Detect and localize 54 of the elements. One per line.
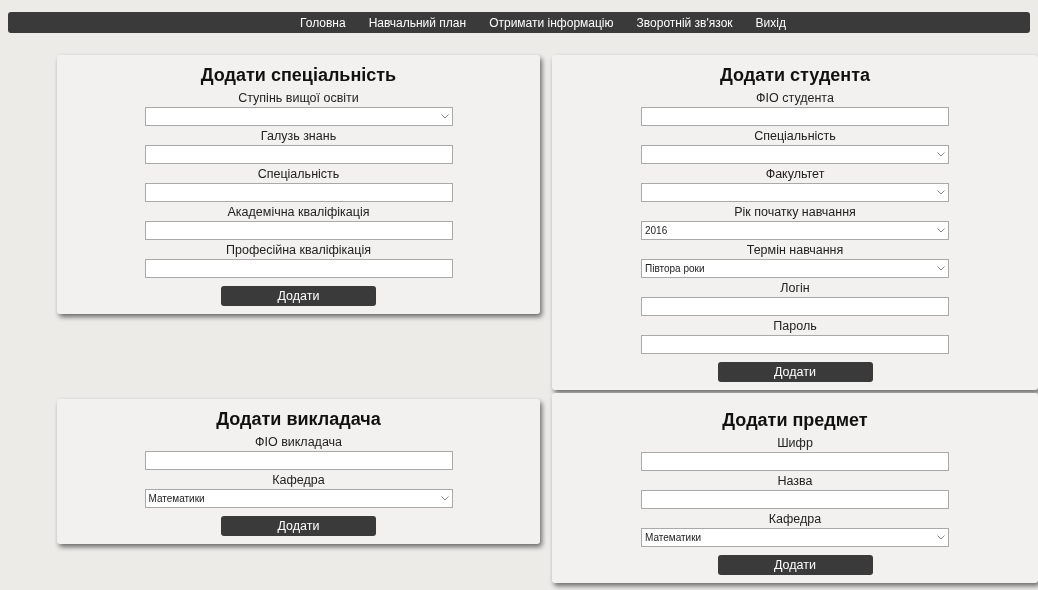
add-button[interactable]: Додати [221, 286, 376, 306]
input-field[interactable] [144, 259, 453, 278]
chevron-down-icon [937, 266, 945, 271]
nav-link[interactable]: Зворотній зв'язок [636, 15, 733, 30]
form-title: Додати спеціальність [200, 64, 397, 87]
dropdown-field[interactable]: 2016 [641, 221, 949, 240]
field-label: Термін навчання [746, 242, 844, 259]
form-title: Додати викладача [216, 408, 381, 431]
chevron-down-icon [440, 114, 449, 119]
nav-link[interactable]: Отримати інформацію [489, 15, 614, 30]
input-field[interactable] [144, 145, 453, 164]
dropdown-field[interactable] [641, 183, 949, 202]
field-label: Логін [780, 280, 810, 297]
input-field[interactable] [641, 335, 949, 354]
field-label: ФІО викладача [254, 434, 343, 451]
add-button[interactable]: Додати [717, 555, 873, 575]
input-field[interactable] [144, 451, 453, 470]
add-button[interactable]: Додати [717, 362, 873, 382]
field-label: Спеціальність [257, 166, 340, 183]
input-field[interactable] [144, 183, 453, 202]
input-field[interactable] [641, 107, 949, 126]
chevron-down-icon [440, 496, 449, 501]
field-label: Кафедра [768, 511, 822, 528]
field-label: Галузь знань [260, 128, 337, 145]
nav-link[interactable]: Навчальний план [368, 15, 467, 30]
field-label: Професійна кваліфікація [226, 242, 371, 259]
field-label: Пароль [773, 318, 817, 335]
chevron-down-icon [937, 228, 945, 233]
dropdown-field[interactable]: Півтора роки [641, 259, 949, 278]
dropdown-field[interactable]: Математики [144, 489, 453, 508]
input-field[interactable] [641, 297, 949, 316]
chevron-down-icon [937, 535, 945, 540]
dropdown-field[interactable] [641, 145, 949, 164]
input-field[interactable] [144, 221, 453, 240]
add-button[interactable]: Додати [221, 516, 376, 536]
chevron-down-icon [937, 152, 945, 157]
field-label: ФІО студента [756, 90, 834, 107]
form-title: Додати студента [719, 64, 871, 87]
field-label: Рік початку навчання [734, 204, 856, 221]
input-field[interactable] [641, 490, 949, 509]
field-label: Ступінь вищої освіти [238, 90, 359, 107]
chevron-down-icon [937, 190, 945, 195]
nav-link[interactable]: Головна [300, 15, 346, 30]
field-label: Кафедра [272, 472, 325, 489]
dropdown-field[interactable]: Математики [641, 528, 949, 547]
field-label: Спеціальність [754, 128, 836, 145]
nav-link[interactable]: Вихід [755, 15, 786, 30]
field-label: Академічна кваліфікація [227, 204, 370, 221]
form-title: Додати предмет [722, 409, 868, 432]
dropdown-field[interactable] [144, 107, 453, 126]
field-label: Назва [777, 473, 813, 490]
input-field[interactable] [641, 452, 949, 471]
field-label: Факультет [765, 166, 825, 183]
field-label: Шифр [777, 435, 813, 452]
